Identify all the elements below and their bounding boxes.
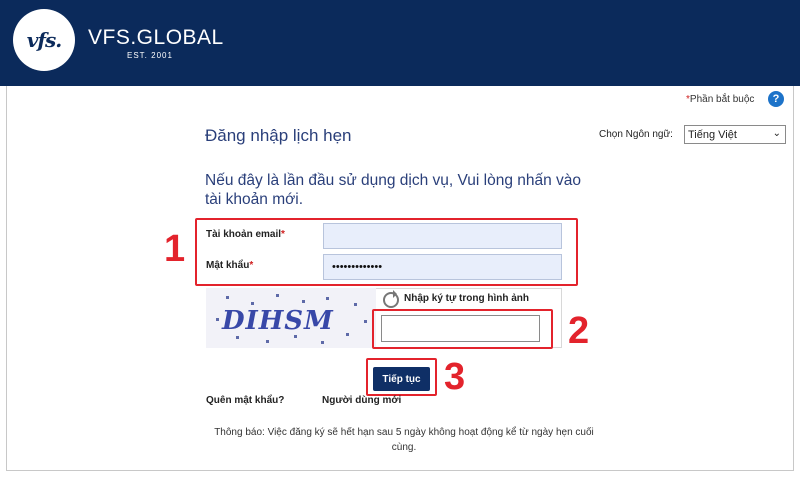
- captcha-noise: [346, 333, 349, 336]
- captcha-label: Nhập ký tự trong hình ảnh: [404, 293, 530, 304]
- expiry-notice: Thông báo: Việc đăng ký sẽ hết hạn sau 5…: [214, 427, 594, 453]
- required-note: *Phần bắt buộc: [686, 94, 754, 105]
- captcha-noise: [321, 341, 324, 344]
- email-field[interactable]: [323, 223, 562, 249]
- new-user-link[interactable]: Người dùng mới: [322, 395, 401, 406]
- continue-button[interactable]: Tiếp tục: [373, 367, 430, 391]
- language-select[interactable]: Tiếng Việt ⌄: [684, 125, 786, 144]
- captcha-noise: [216, 318, 219, 321]
- captcha-noise: [226, 296, 229, 299]
- vfs-logo-text: vfs.: [26, 28, 62, 52]
- captcha-input[interactable]: [381, 315, 540, 342]
- required-note-text: Phần bắt buộc: [689, 94, 755, 105]
- password-label: Mật khẩu*: [206, 260, 253, 271]
- forgot-password-link[interactable]: Quên mật khẩu?: [206, 395, 284, 406]
- email-required-star: *: [281, 229, 285, 240]
- site-header: vfs. VFS.GLOBAL EST. 2001: [0, 0, 800, 86]
- annotation-number-1: 1: [164, 228, 186, 270]
- help-icon[interactable]: ?: [768, 91, 784, 107]
- language-selected-value: Tiếng Việt: [688, 128, 737, 141]
- password-field[interactable]: •••••••••••••: [323, 254, 562, 280]
- password-label-text: Mật khẩu: [206, 260, 250, 271]
- captcha-noise: [266, 340, 269, 343]
- captcha-noise: [326, 297, 329, 300]
- captcha-noise: [364, 320, 367, 323]
- brand-tagline: EST. 2001: [127, 51, 173, 60]
- email-label-text: Tài khoản email: [206, 229, 282, 240]
- language-label: Chọn Ngôn ngữ:: [599, 129, 673, 140]
- captcha-noise: [354, 303, 357, 306]
- page-title: Đăng nhập lịch hẹn: [205, 126, 352, 145]
- new-account-intro[interactable]: Nếu đây là lần đầu sử dụng dịch vụ, Vui …: [205, 171, 595, 209]
- refresh-icon[interactable]: [383, 290, 399, 308]
- page-bottom: [0, 471, 800, 500]
- captcha-noise: [251, 302, 254, 305]
- captcha-text: DIHSM: [222, 306, 334, 336]
- annotation-number-2: 2: [568, 310, 590, 352]
- vfs-logo[interactable]: vfs.: [13, 9, 75, 71]
- chevron-down-icon: ⌄: [772, 128, 781, 139]
- annotation-number-3: 3: [444, 356, 466, 398]
- captcha-noise: [302, 300, 305, 303]
- captcha-noise: [276, 294, 279, 297]
- captcha-noise: [236, 336, 239, 339]
- email-label: Tài khoản email*: [206, 229, 285, 240]
- password-required-star: *: [249, 260, 254, 271]
- brand-name: VFS.GLOBAL: [88, 26, 224, 49]
